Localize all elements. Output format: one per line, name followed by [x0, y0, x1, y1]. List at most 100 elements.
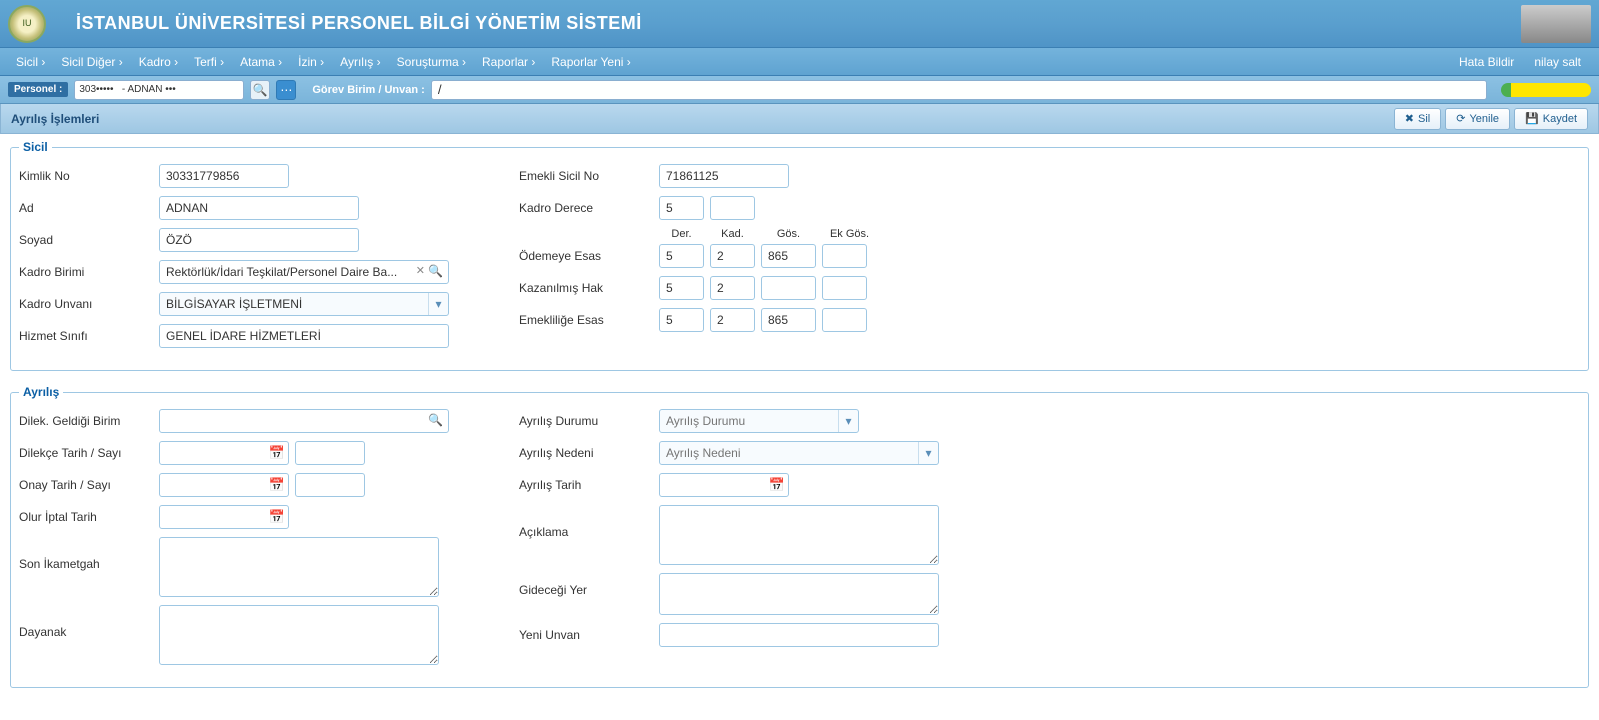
- panel-title-bar: Ayrılış İşlemleri ✖Sil ⟳Yenile 💾Kaydet: [0, 104, 1599, 134]
- yenile-button[interactable]: ⟳Yenile: [1445, 108, 1510, 130]
- son-ikametgah-textarea[interactable]: [159, 537, 439, 597]
- dilek-birim-input[interactable]: [159, 409, 449, 433]
- ayrilis-tarih-label: Ayrılış Tarih: [519, 478, 659, 492]
- calendar-icon[interactable]: 📅: [769, 477, 785, 493]
- search-icon[interactable]: 🔍: [428, 413, 443, 427]
- calendar-icon[interactable]: 📅: [269, 509, 285, 525]
- refresh-icon: ⟳: [1456, 112, 1465, 125]
- app-header: IU İSTANBUL ÜNİVERSİTESİ PERSONEL BİLGİ …: [0, 0, 1599, 48]
- menu-raporlar-yeni[interactable]: Raporlar Yeni: [543, 55, 638, 69]
- search-icon[interactable]: 🔍: [428, 264, 443, 278]
- hizmet-sinifi-input[interactable]: [159, 324, 449, 348]
- emekli-sicil-label: Emekli Sicil No: [519, 169, 659, 183]
- status-indicator: [1501, 83, 1591, 97]
- chevron-down-icon[interactable]: ▾: [838, 410, 858, 432]
- yeni-unvan-input[interactable]: [659, 623, 939, 647]
- chevron-down-icon[interactable]: ▾: [918, 442, 938, 464]
- gorev-input[interactable]: [431, 80, 1487, 100]
- aciklama-label: Açıklama: [519, 505, 659, 539]
- personel-more-icon[interactable]: ⋯: [276, 80, 296, 100]
- kazanilmis-gos-input[interactable]: [761, 276, 816, 300]
- kaydet-button[interactable]: 💾Kaydet: [1514, 108, 1588, 130]
- sil-button[interactable]: ✖Sil: [1394, 108, 1441, 130]
- soyad-input[interactable]: [159, 228, 359, 252]
- ayrilis-nedeni-label: Ayrılış Nedeni: [519, 446, 659, 460]
- kazanilmis-hak-label: Kazanılmış Hak: [519, 281, 659, 295]
- kadro-derece-2-input[interactable]: [710, 196, 755, 220]
- menu-raporlar[interactable]: Raporlar: [474, 55, 543, 69]
- kadro-birimi-label: Kadro Birimi: [19, 265, 159, 279]
- calendar-icon[interactable]: 📅: [269, 445, 285, 461]
- menu-izin[interactable]: İzin: [290, 55, 332, 69]
- ad-input[interactable]: [159, 196, 359, 220]
- app-title: İSTANBUL ÜNİVERSİTESİ PERSONEL BİLGİ YÖN…: [76, 13, 642, 34]
- menu-atama[interactable]: Atama: [232, 55, 290, 69]
- emeklilik-der-input[interactable]: [659, 308, 704, 332]
- aciklama-textarea[interactable]: [659, 505, 939, 565]
- main-menu: Sicil Sicil Diğer Kadro Terfi Atama İzin…: [0, 48, 1599, 76]
- grade-grid-header: Der. Kad. Gös. Ek Gös.: [659, 228, 999, 240]
- gidecegi-yer-textarea[interactable]: [659, 573, 939, 615]
- kadro-birimi-input[interactable]: [159, 260, 449, 284]
- kadro-unvani-label: Kadro Unvanı: [19, 297, 159, 311]
- ayrilis-nedeni-select[interactable]: [659, 441, 939, 465]
- ad-label: Ad: [19, 201, 159, 215]
- kimlik-no-input[interactable]: [159, 164, 289, 188]
- son-ikametgah-label: Son İkametgah: [19, 537, 159, 571]
- university-logo: IU: [8, 5, 46, 43]
- personel-input[interactable]: [74, 80, 244, 100]
- odemeye-der-input[interactable]: [659, 244, 704, 268]
- odemeye-esas-label: Ödemeye Esas: [519, 249, 659, 263]
- yeni-unvan-label: Yeni Unvan: [519, 628, 659, 642]
- dayanak-textarea[interactable]: [159, 605, 439, 665]
- dilek-birim-label: Dilek. Geldiği Birim: [19, 414, 159, 428]
- odemeye-gos-input[interactable]: [761, 244, 816, 268]
- kadro-derece-1-input[interactable]: [659, 196, 704, 220]
- dilekce-tarih-label: Dilekçe Tarih / Sayı: [19, 446, 159, 460]
- emeklilige-esas-label: Emekliliğe Esas: [519, 313, 659, 327]
- onay-tarih-label: Onay Tarih / Sayı: [19, 478, 159, 492]
- menu-terfi[interactable]: Terfi: [186, 55, 232, 69]
- onay-sayi-input[interactable]: [295, 473, 365, 497]
- dilekce-sayi-input[interactable]: [295, 441, 365, 465]
- olur-iptal-label: Olur İptal Tarih: [19, 510, 159, 524]
- chevron-down-icon[interactable]: ▾: [428, 293, 448, 315]
- kazanilmis-kad-input[interactable]: [710, 276, 755, 300]
- personel-search-bar: Personel : 🔍 ⋯ Görev Birim / Unvan :: [0, 76, 1599, 104]
- odemeye-ekgos-input[interactable]: [822, 244, 867, 268]
- dayanak-label: Dayanak: [19, 605, 159, 639]
- hizmet-sinifi-label: Hizmet Sınıfı: [19, 329, 159, 343]
- ayrilis-durumu-select[interactable]: [659, 409, 859, 433]
- emeklilik-ekgos-input[interactable]: [822, 308, 867, 332]
- personel-label: Personel :: [8, 82, 68, 97]
- menu-sorusturma[interactable]: Soruşturma: [389, 55, 474, 69]
- personel-search-icon[interactable]: 🔍: [250, 80, 270, 100]
- gate-logo: [1521, 5, 1591, 43]
- emekli-sicil-input[interactable]: [659, 164, 789, 188]
- emeklilik-gos-input[interactable]: [761, 308, 816, 332]
- clear-icon[interactable]: ✕: [416, 264, 425, 277]
- close-icon: ✖: [1405, 112, 1414, 125]
- ayrilis-fieldset: Ayrılış Dilek. Geldiği Birim 🔍 Dilekçe T…: [10, 385, 1589, 688]
- gidecegi-yer-label: Gideceği Yer: [519, 573, 659, 597]
- kazanilmis-ekgos-input[interactable]: [822, 276, 867, 300]
- panel-title: Ayrılış İşlemleri: [11, 112, 99, 126]
- ayrilis-durumu-label: Ayrılış Durumu: [519, 414, 659, 428]
- save-icon: 💾: [1525, 112, 1539, 125]
- menu-sicil[interactable]: Sicil: [8, 55, 53, 69]
- kazanilmis-der-input[interactable]: [659, 276, 704, 300]
- odemeye-kad-input[interactable]: [710, 244, 755, 268]
- sicil-fieldset: Sicil Kimlik No Ad Soyad Kadro Birimi: [10, 140, 1589, 371]
- calendar-icon[interactable]: 📅: [269, 477, 285, 493]
- menu-kadro[interactable]: Kadro: [131, 55, 186, 69]
- hata-bildir-link[interactable]: Hata Bildir: [1449, 55, 1524, 69]
- ayrilis-legend: Ayrılış: [19, 385, 63, 399]
- user-name[interactable]: nilay salt: [1524, 55, 1591, 69]
- gorev-label: Görev Birim / Unvan :: [312, 84, 424, 96]
- menu-ayrilis[interactable]: Ayrılış: [332, 55, 388, 69]
- kadro-derece-label: Kadro Derece: [519, 201, 659, 215]
- menu-sicil-diger[interactable]: Sicil Diğer: [53, 55, 130, 69]
- emeklilik-kad-input[interactable]: [710, 308, 755, 332]
- kadro-unvani-select[interactable]: [159, 292, 449, 316]
- kimlik-no-label: Kimlik No: [19, 169, 159, 183]
